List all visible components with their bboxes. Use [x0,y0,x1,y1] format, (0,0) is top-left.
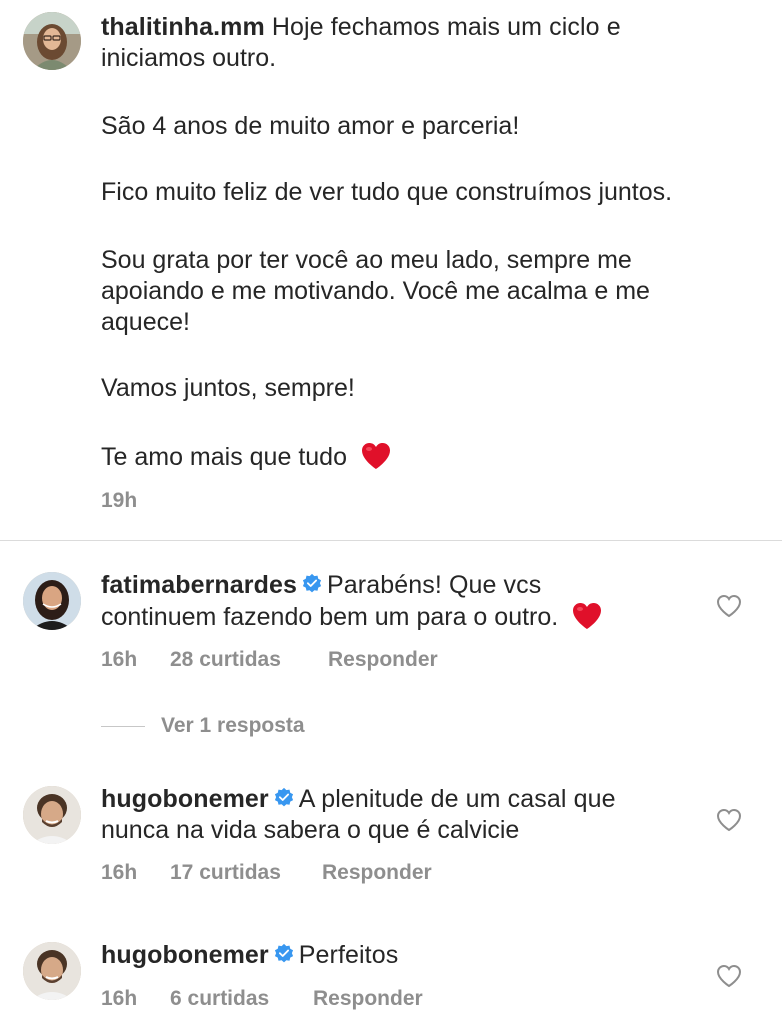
like-heart-outline-icon[interactable] [716,808,742,832]
comment-line-1: hugobonemer A plenitude de um casal que [101,784,616,815]
caption-text: Hoje fechamos mais um ciclo e [271,13,621,41]
avatar-image [23,12,81,70]
caption-paragraph-4-line-2: apoiando e me motivando. Você me acalma … [101,277,650,305]
verified-badge-icon [302,573,322,593]
like-heart-outline-icon[interactable] [716,964,742,988]
comment-text-cont: continuem fazendo bem um para o outro. [101,603,559,631]
avatar-fatimabernardes[interactable] [23,572,81,630]
avatar-hugobonemer[interactable] [23,942,81,1000]
avatar-hugobonemer[interactable] [23,786,81,844]
caption-paragraph-5: Vamos juntos, sempre! [101,374,355,402]
avatar-image [23,572,81,630]
verified-badge-icon [274,787,293,807]
caption-timestamp: 19h [101,489,138,512]
verified-badge-icon [274,943,293,963]
divider [0,540,782,541]
comment-likes[interactable]: 6 curtidas [170,987,269,1011]
comment-line-2: continuem fazendo bem um para o outro. [101,601,603,633]
comment-text: Perfeitos [298,941,399,969]
caption-username[interactable]: thalitinha.mm [101,13,265,41]
comment-text: Parabéns! Que vcs [327,571,542,599]
post-caption: thalitinha.mm Hoje fechamos mais um cicl… [0,0,782,540]
comment-line-1: fatimabernardes Parabéns! Que vcs [101,570,541,601]
comment-timestamp: 16h [101,987,138,1010]
comment-username[interactable]: hugobonemer [101,941,269,969]
red-heart-emoji-icon [573,603,602,629]
comment-username[interactable]: fatimabernardes [101,571,297,599]
reply-button[interactable]: Responder [328,648,438,672]
comment-username[interactable]: hugobonemer [101,785,269,813]
caption-paragraph-6-text: Te amo mais que tudo [101,443,347,471]
comment-likes[interactable]: 17 curtidas [170,861,281,885]
red-heart-emoji-icon [361,443,390,469]
comment-text: A plenitude de um casal que [298,785,616,813]
view-replies-label[interactable]: Ver 1 resposta [161,714,305,738]
avatar-image [23,786,81,844]
reply-button[interactable]: Responder [313,987,423,1011]
caption-paragraph-4-line-3: aquece! [101,308,190,336]
avatar-thalitinha[interactable] [23,12,81,70]
comment-likes[interactable]: 28 curtidas [170,648,281,672]
caption-paragraph-6: Te amo mais que tudo [101,441,392,473]
view-replies-line [101,725,145,727]
caption-text-cont: iniciamos outro. [101,44,277,72]
reply-button[interactable]: Responder [322,861,432,885]
like-heart-outline-icon[interactable] [716,594,742,618]
caption-paragraph-3: Fico muito feliz de ver tudo que constru… [101,178,673,206]
avatar-image [23,942,81,1000]
view-replies[interactable]: Ver 1 resposta [101,714,305,738]
comment-line-1: hugobonemer Perfeitos [101,940,398,971]
caption-paragraph-2: São 4 anos de muito amor e parceria! [101,112,520,140]
comment-timestamp: 16h [101,861,138,884]
comment-timestamp: 16h [101,648,138,671]
caption-first-line: thalitinha.mm Hoje fechamos mais um cicl… [101,12,621,43]
comment-text-cont: nunca na vida sabera o que é calvicie [101,816,520,844]
caption-paragraph-4-line-1: Sou grata por ter você ao meu lado, semp… [101,246,632,274]
